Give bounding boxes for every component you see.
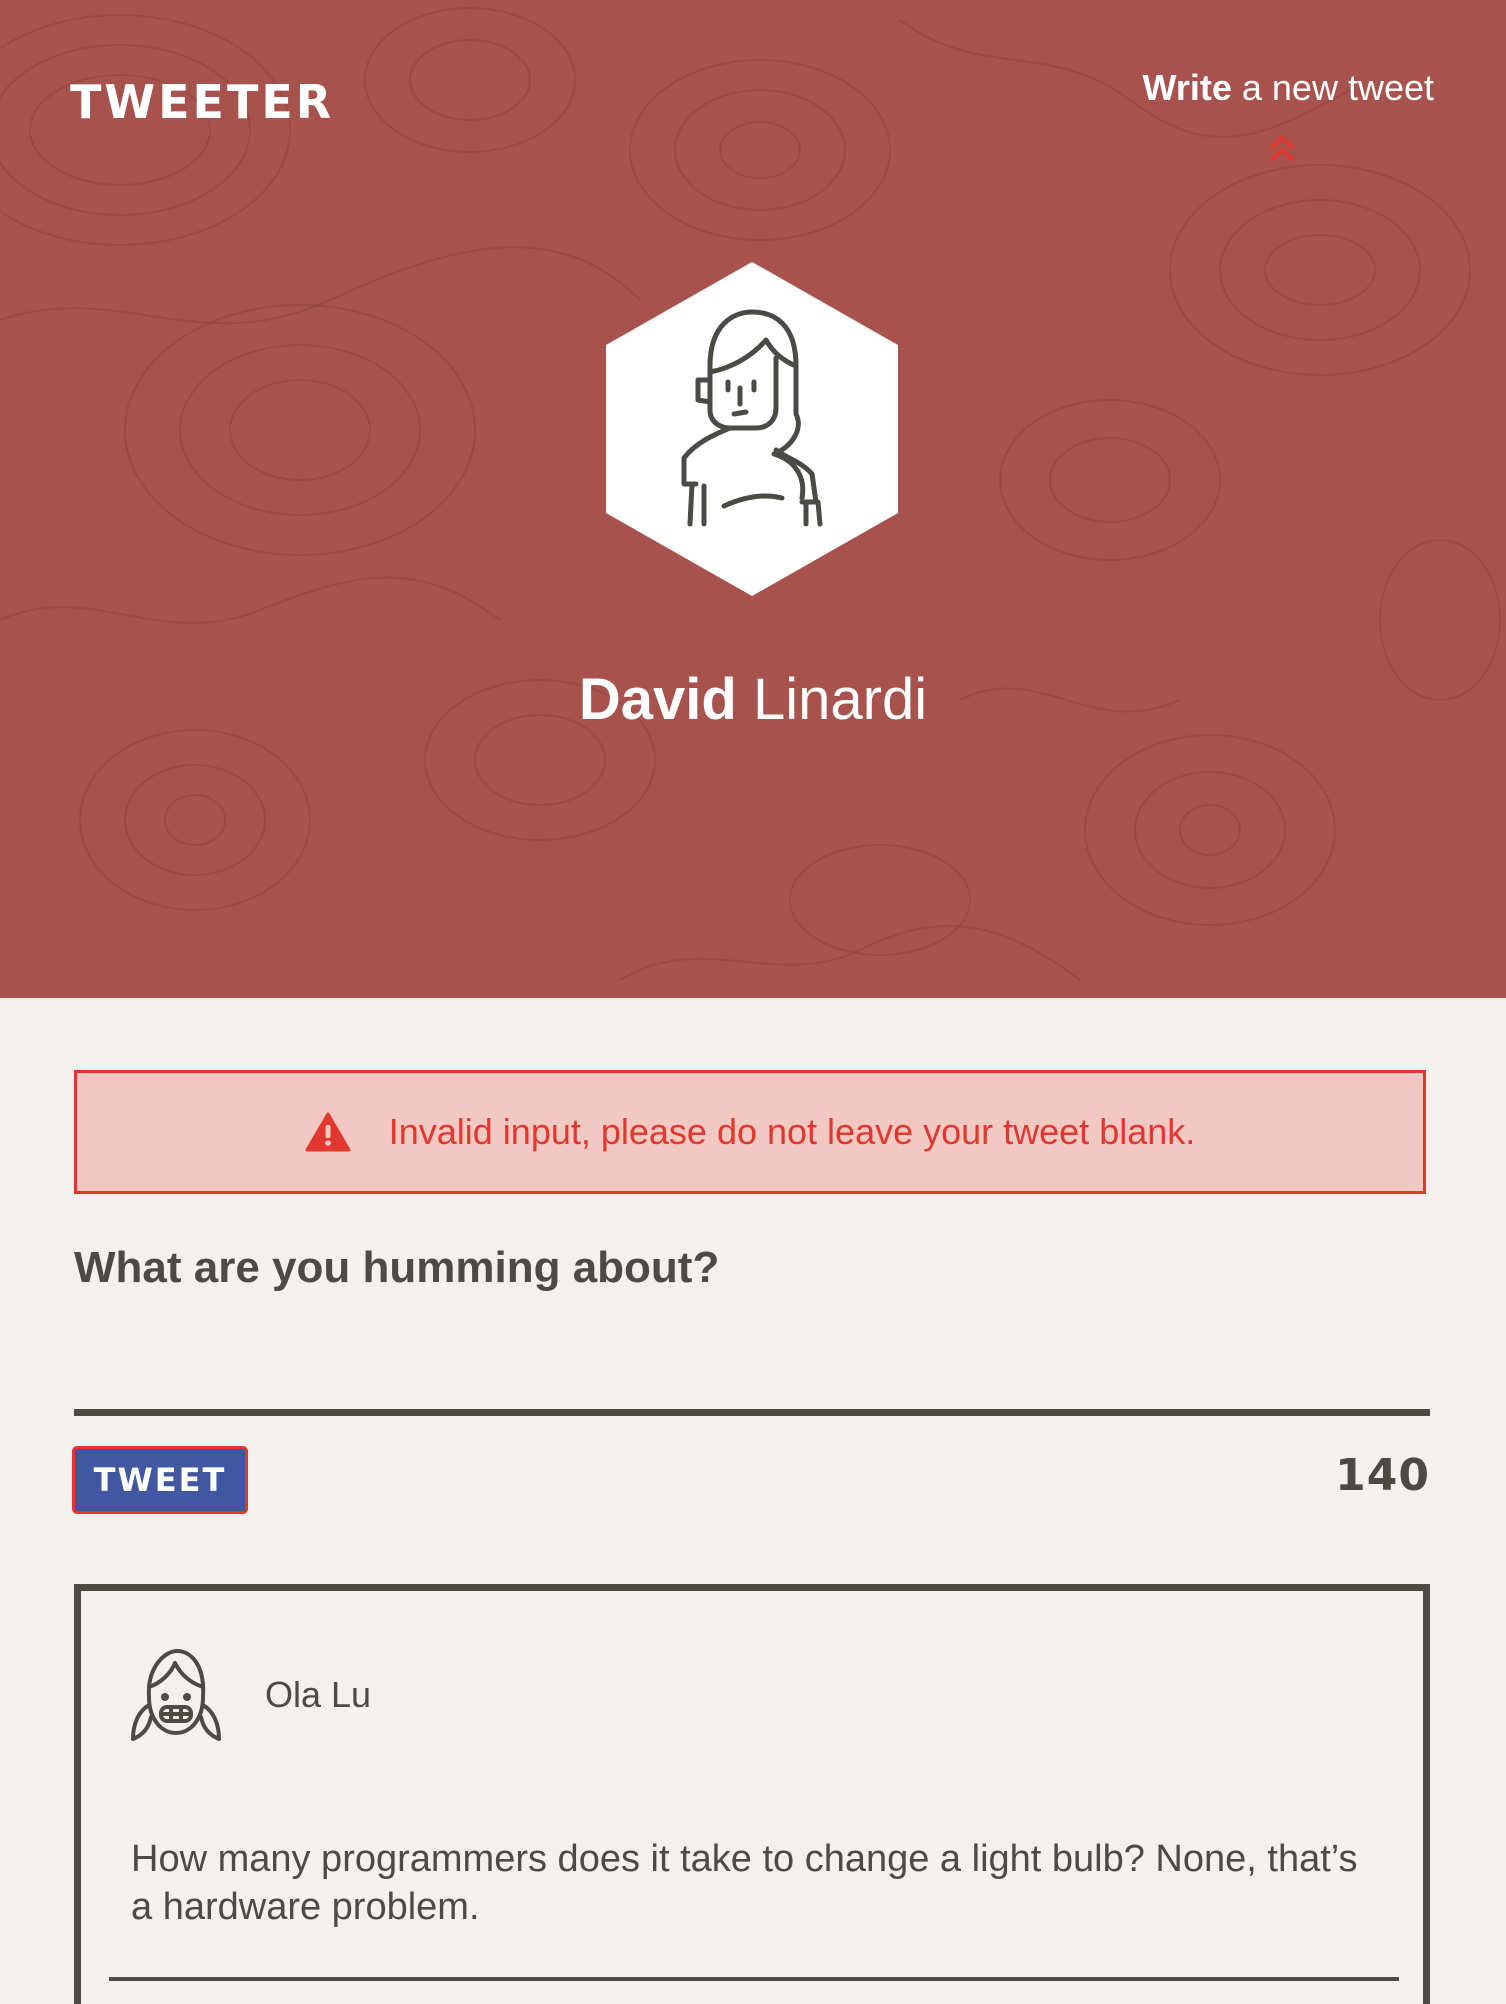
composer-label: What are you humming about? xyxy=(74,1243,720,1292)
warning-icon xyxy=(305,1112,351,1152)
tweet-text: How many programmers does it take to cha… xyxy=(131,1838,1358,1928)
profile-header: TWEETER Write a new tweet David Linardi xyxy=(0,0,1506,998)
tweet-card: Ola Lu How many programmers does it take… xyxy=(74,1584,1430,2004)
tweet-author-name[interactable]: Ola Lu xyxy=(265,1673,371,1717)
tweet-textarea[interactable] xyxy=(74,1318,1430,1416)
tweet-divider xyxy=(109,1977,1399,1981)
alert-message: Invalid input, please do not leave your … xyxy=(388,1111,1196,1152)
tweet-button[interactable]: TWEET xyxy=(72,1446,248,1514)
compose-link-rest: a new tweet xyxy=(1231,67,1434,108)
error-alert: Invalid input, please do not leave your … xyxy=(74,1070,1426,1194)
profile-avatar xyxy=(606,262,898,596)
character-counter: 140 xyxy=(1335,1450,1430,1501)
app-logo[interactable]: TWEETER xyxy=(70,72,334,132)
compose-link-strong: Write xyxy=(1142,67,1232,108)
profile-first-name: David xyxy=(578,667,737,732)
write-new-tweet-link[interactable]: Write a new tweet xyxy=(1014,62,1434,114)
profile-last-name: Linardi xyxy=(752,667,928,732)
profile-name: David Linardi xyxy=(0,660,1506,740)
double-chevron-up-icon[interactable] xyxy=(1262,128,1302,168)
girl-avatar-icon xyxy=(131,1649,221,1741)
